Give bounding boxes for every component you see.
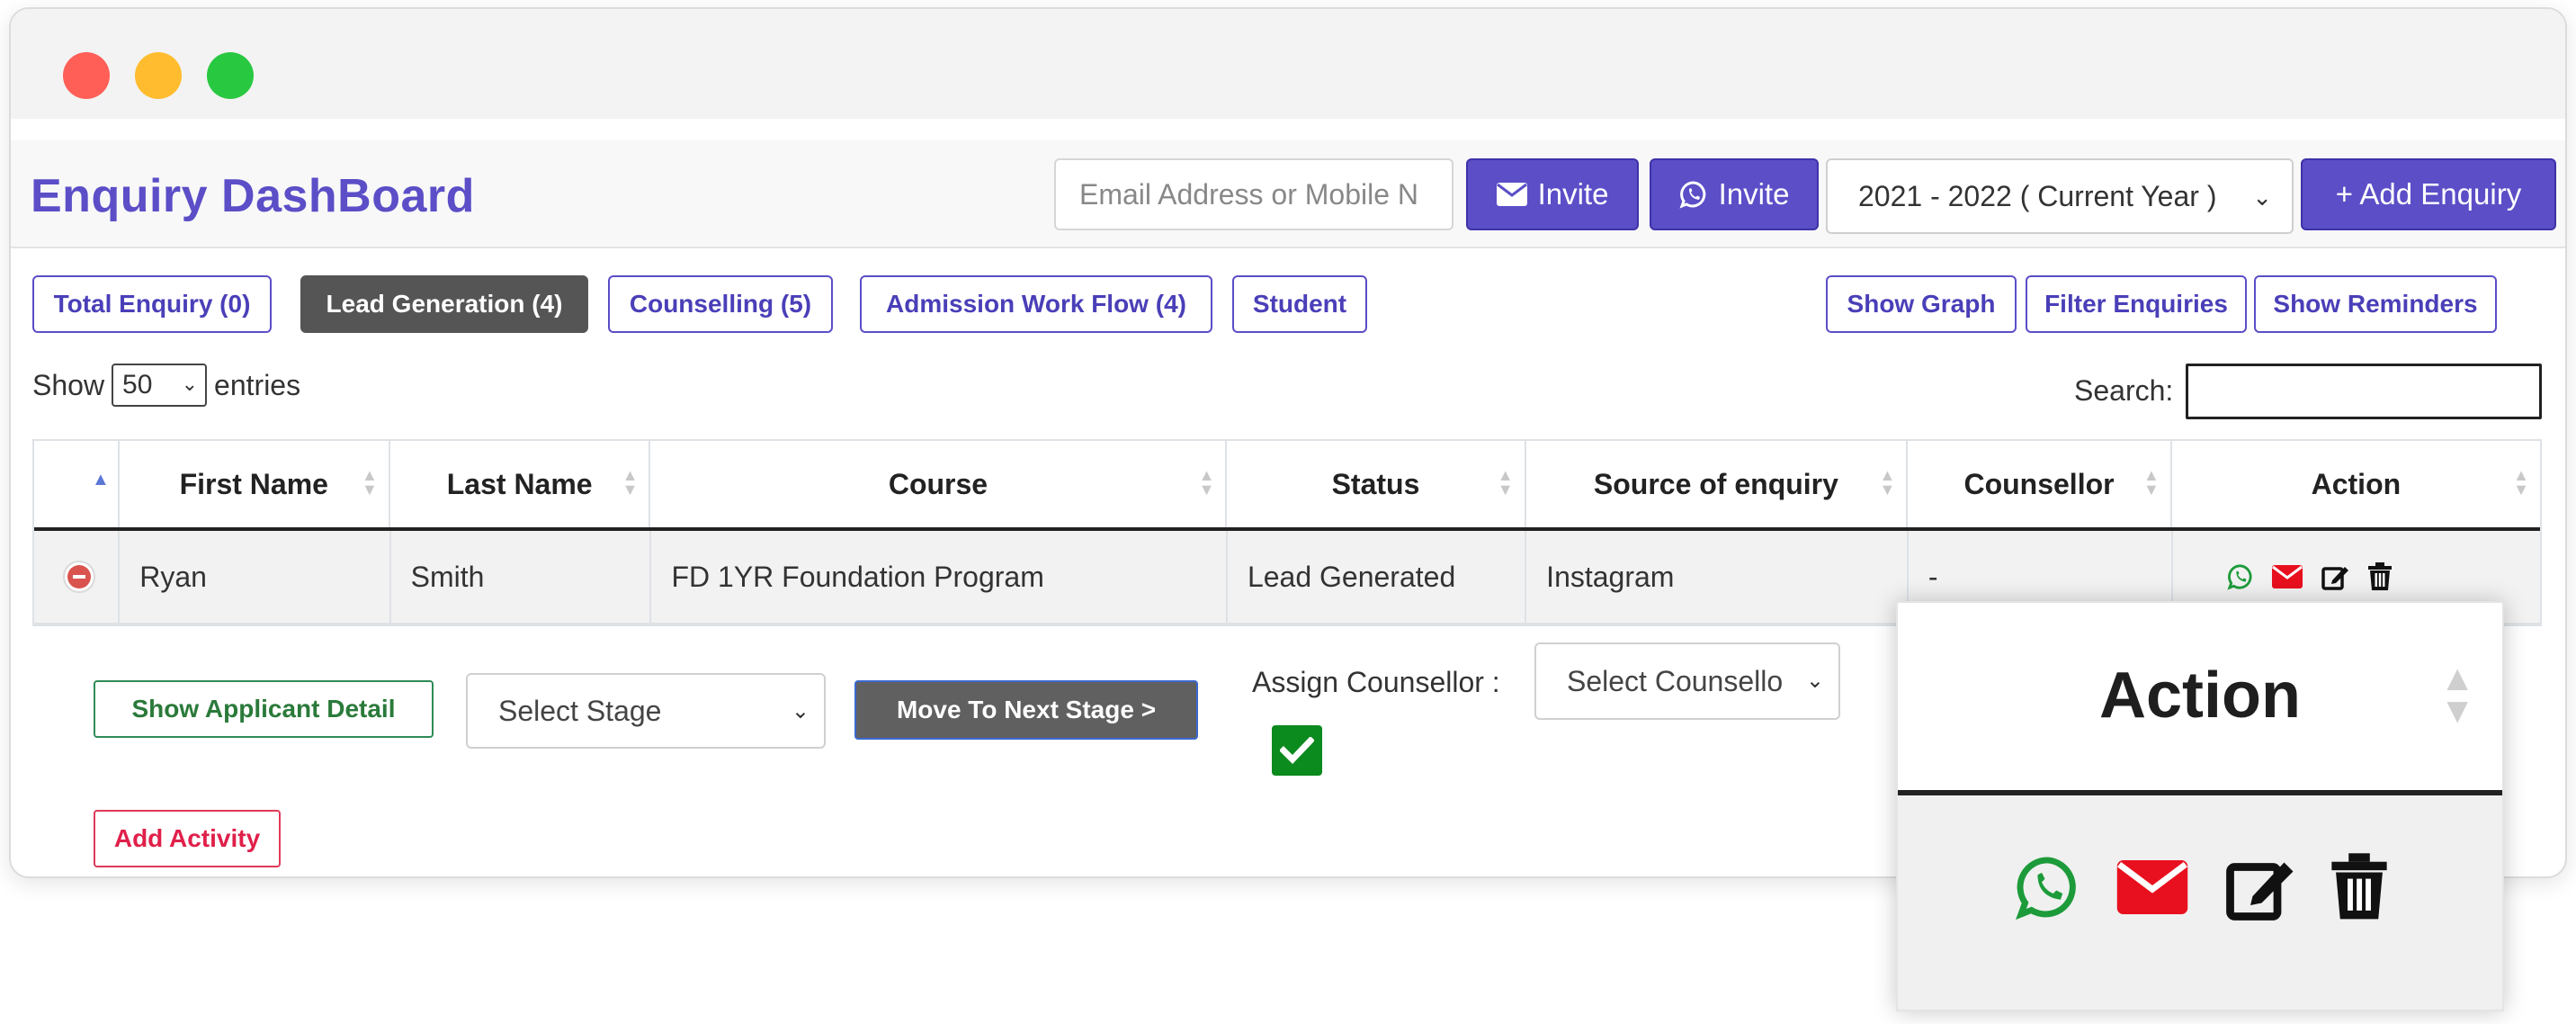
cell-expand[interactable] xyxy=(34,531,121,623)
sort-icon: ▲ ▼ xyxy=(2439,659,2475,731)
page-title: Enquiry DashBoard xyxy=(31,170,475,222)
show-label: Show xyxy=(32,368,105,401)
column-header-last-name[interactable]: Last Name ▲ ▼ xyxy=(390,441,651,527)
column-header-status[interactable]: Status ▲ ▼ xyxy=(1227,441,1526,527)
email-invite-label: Invite xyxy=(1537,177,1609,211)
check-icon xyxy=(1280,737,1314,764)
edit-icon[interactable] xyxy=(2321,562,2349,591)
add-activity-button[interactable]: Add Activity xyxy=(94,810,281,867)
app-header: Enquiry DashBoard Invite Invite 2021 - 2… xyxy=(11,140,2565,248)
column-label: Counsellor xyxy=(1963,467,2115,500)
entries-label: entries xyxy=(214,368,301,401)
edit-icon[interactable] xyxy=(2223,851,2295,923)
column-header-counsellor[interactable]: Counsellor ▲ ▼ xyxy=(1908,441,2172,527)
close-window-button[interactable] xyxy=(63,52,110,99)
whatsapp-icon[interactable] xyxy=(2015,854,2081,921)
cell-first-name: Ryan xyxy=(120,531,391,623)
chevron-down-icon: ⌄ xyxy=(791,699,809,723)
sort-icon: ▲ ▼ xyxy=(362,466,378,499)
search-label: Search: xyxy=(2074,374,2174,407)
tab-student[interactable]: Student xyxy=(1232,275,1367,333)
enquiry-table: ▲ First Name ▲ ▼ Last Name ▲ ▼ Course ▲ ▼ S… xyxy=(32,439,2542,626)
counsellor-select[interactable]: Select Counsello ⌄ xyxy=(1534,642,1840,720)
cell-source: Instagram xyxy=(1526,531,1909,623)
sort-icon: ▲ ▼ xyxy=(2513,466,2529,499)
trash-icon[interactable] xyxy=(2367,562,2393,591)
counsellor-select-value: Select Counsello xyxy=(1567,664,1784,697)
entries-control: Show 50 ⌄ entries xyxy=(32,364,300,407)
filter-enquiries-button[interactable]: Filter Enquiries xyxy=(2026,275,2247,333)
cell-course: FD 1YR Foundation Program xyxy=(651,531,1228,623)
show-reminders-button[interactable]: Show Reminders xyxy=(2254,275,2497,333)
tab-admission-work-flow[interactable]: Admission Work Flow (4) xyxy=(860,275,1212,333)
action-zoom-callout: Action ▲ ▼ xyxy=(1896,601,2504,1011)
column-label: Status xyxy=(1331,467,1420,500)
zoom-title: Action xyxy=(2099,660,2301,732)
email-invite-button[interactable]: Invite xyxy=(1466,158,1639,230)
sort-icon: ▲ ▼ xyxy=(622,466,639,499)
column-header-source[interactable]: Source of enquiry ▲ ▼ xyxy=(1526,441,1909,527)
invite-input[interactable] xyxy=(1054,158,1453,230)
whatsapp-invite-button[interactable]: Invite xyxy=(1650,158,1819,230)
sort-ascending-icon: ▲ xyxy=(92,470,110,490)
sort-icon: ▲ ▼ xyxy=(1198,466,1215,499)
column-header-course[interactable]: Course ▲ ▼ xyxy=(650,441,1228,527)
show-applicant-detail-button[interactable]: Show Applicant Detail xyxy=(94,680,434,738)
whatsapp-icon xyxy=(1679,181,1705,209)
email-icon[interactable] xyxy=(2115,860,2189,914)
column-label: Action xyxy=(2311,467,2402,500)
tab-total-enquiry[interactable]: Total Enquiry (0) xyxy=(32,275,272,333)
zoom-action-icons xyxy=(2015,851,2389,923)
email-icon xyxy=(1496,183,1527,206)
tab-counselling[interactable]: Counselling (5) xyxy=(608,275,833,333)
whatsapp-icon[interactable] xyxy=(2226,563,2254,590)
assign-counsellor-label: Assign Counsellor : xyxy=(1252,666,1500,698)
show-graph-button[interactable]: Show Graph xyxy=(1826,275,2017,333)
entries-value: 50 xyxy=(122,370,153,400)
assign-counsellor-checkbox[interactable] xyxy=(1272,725,1322,776)
trash-icon[interactable] xyxy=(2330,851,2389,923)
cell-status: Lead Generated xyxy=(1228,531,1527,623)
chevron-down-icon: ⌄ xyxy=(1805,669,1824,693)
column-label: First Name xyxy=(179,467,328,500)
cell-last-name: Smith xyxy=(391,531,652,623)
stage-select-value: Select Stage xyxy=(498,694,662,727)
window-titlebar xyxy=(11,9,2565,119)
add-enquiry-button[interactable]: + Add Enquiry xyxy=(2301,158,2556,230)
minimize-window-button[interactable] xyxy=(135,52,182,99)
sort-icon: ▲ ▼ xyxy=(1497,466,1514,499)
sort-icon: ▲ ▼ xyxy=(1879,466,1896,499)
column-header-first-name[interactable]: First Name ▲ ▼ xyxy=(120,441,390,527)
maximize-window-button[interactable] xyxy=(207,52,254,99)
tab-lead-generation[interactable]: Lead Generation (4) xyxy=(300,275,588,333)
column-label: Source of enquiry xyxy=(1593,467,1838,500)
column-label: Course xyxy=(888,467,988,500)
academic-year-value: 2021 - 2022 ( Current Year ) xyxy=(1858,179,2217,212)
search-input[interactable] xyxy=(2186,364,2542,419)
academic-year-select[interactable]: 2021 - 2022 ( Current Year ) ⌄ xyxy=(1826,158,2294,234)
column-label: Last Name xyxy=(446,467,593,500)
minus-circle-icon[interactable] xyxy=(63,561,95,593)
chevron-down-icon: ⌄ xyxy=(2252,184,2272,211)
stage-select[interactable]: Select Stage ⌄ xyxy=(466,673,826,749)
column-header-expand[interactable]: ▲ xyxy=(34,441,120,527)
entries-per-page-select[interactable]: 50 ⌄ xyxy=(112,364,208,407)
move-to-next-stage-button[interactable]: Move To Next Stage > xyxy=(854,680,1198,740)
chevron-down-icon: ⌄ xyxy=(181,373,199,395)
zoom-header: Action ▲ ▼ xyxy=(1898,603,2502,795)
column-header-action[interactable]: Action ▲ ▼ xyxy=(2172,441,2540,527)
whatsapp-invite-label: Invite xyxy=(1718,177,1790,211)
action-icons xyxy=(2226,562,2393,591)
table-header: ▲ First Name ▲ ▼ Last Name ▲ ▼ Course ▲ ▼ S… xyxy=(34,441,2540,531)
sort-icon: ▲ ▼ xyxy=(2142,466,2160,499)
email-icon[interactable] xyxy=(2271,565,2303,588)
